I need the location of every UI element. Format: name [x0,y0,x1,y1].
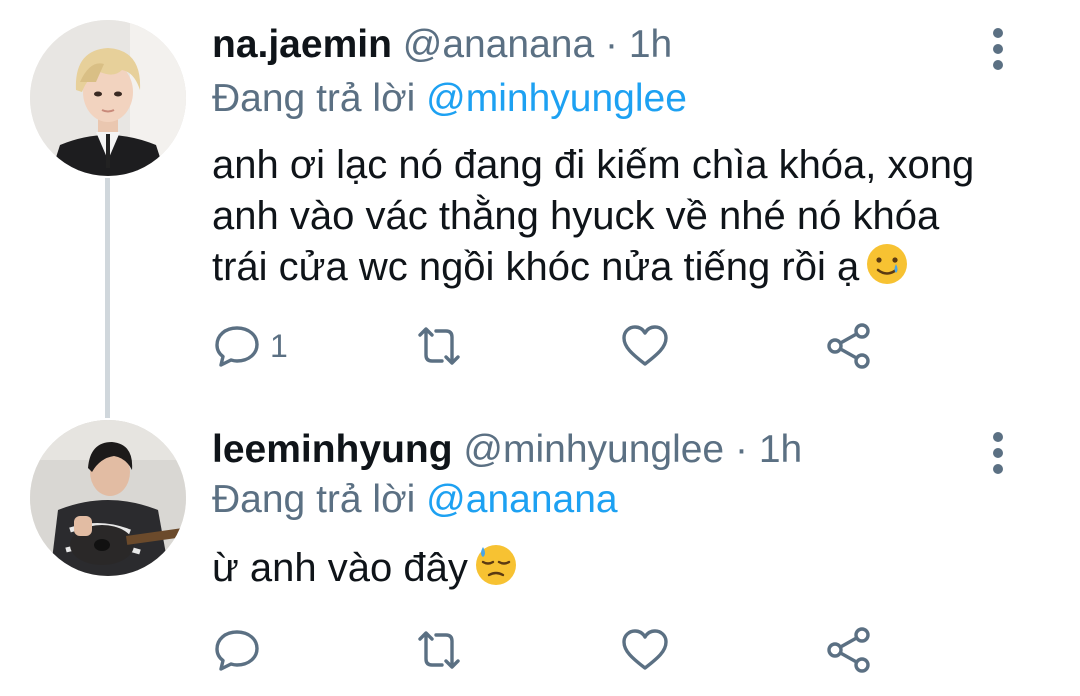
tweet-text-line: anh vào vác thằng hyuck về nhé nó khóa [212,194,940,238]
handle[interactable]: @ananana [403,23,594,66]
reply-icon [215,630,259,671]
tweet-text: anh ơi lạc nó đang đi kiếm chìa khóa, xo… [212,140,974,293]
tweet-text: ừ anh vào đây [212,543,518,594]
tweet-actions [0,620,1080,680]
tweet-text-line-last: trái cửa wc ngồi khóc nửa tiếng rồi ạ [212,242,974,293]
reply-icon [215,326,259,367]
more-options-icon[interactable] [982,432,1014,482]
retweet-icon [418,327,460,365]
heart-icon [622,325,668,366]
reply-count: 1 [270,327,288,364]
share-button[interactable] [824,316,874,376]
avatar[interactable] [30,20,186,176]
avatar[interactable] [30,420,186,576]
tweet-header: na.jaemin @ananana · 1h [212,22,672,68]
thread-connector-line [105,178,110,418]
reply-mention-link[interactable]: @minhyunglee [426,77,687,120]
separator-dot: · [605,23,619,66]
smiling-face-with-tear-icon [867,244,908,284]
reply-button[interactable]: 1 [212,316,288,376]
reply-context: Đang trả lời @ananana [212,477,618,523]
reply-mention-link[interactable]: @ananana [426,478,617,521]
downcast-face-with-sweat-icon [475,545,516,585]
retweet-button[interactable] [414,316,464,376]
heart-icon [622,629,668,670]
tweet-header: leeminhyung @minhyunglee · 1h [212,427,802,473]
like-button[interactable] [620,316,670,376]
retweet-button[interactable] [414,620,464,680]
reply-prefix: Đang trả lời [212,478,416,521]
tweet-actions: 1 [0,316,1080,376]
separator-dot: · [734,428,748,471]
reply-prefix: Đang trả lời [212,77,416,120]
reply-button[interactable] [212,620,262,680]
timestamp[interactable]: 1h [629,23,672,66]
display-name[interactable]: leeminhyung [212,428,453,471]
like-button[interactable] [620,620,670,680]
share-icon [827,627,870,673]
retweet-icon [418,631,460,669]
reply-context: Đang trả lời @minhyunglee [212,76,687,122]
timestamp[interactable]: 1h [759,428,802,471]
more-options-icon[interactable] [982,28,1014,78]
handle[interactable]: @minhyunglee [463,428,724,471]
tweet-text-line: anh ơi lạc nó đang đi kiếm chìa khóa, xo… [212,143,975,187]
tweet-text-line-last: ừ anh vào đây [212,543,518,594]
share-icon [827,323,870,369]
display-name[interactable]: na.jaemin [212,23,392,66]
share-button[interactable] [824,620,874,680]
